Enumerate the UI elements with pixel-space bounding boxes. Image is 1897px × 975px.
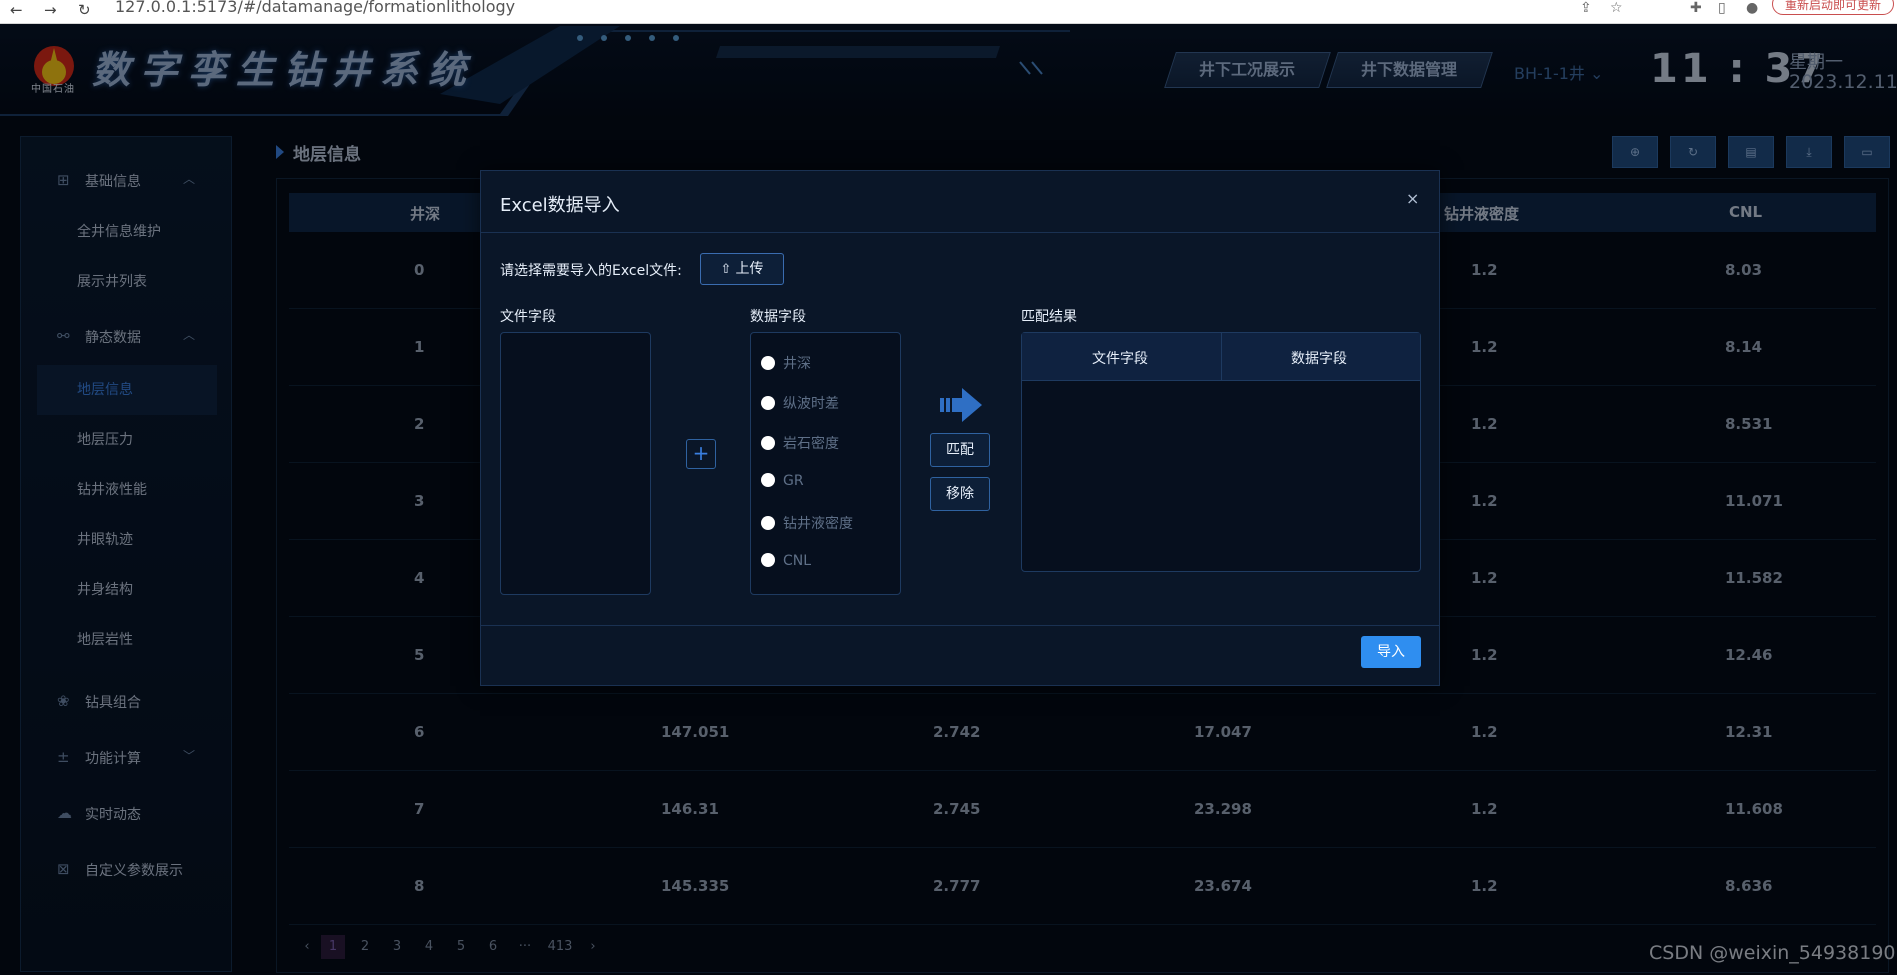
upload-label: 请选择需要导入的Excel文件:	[500, 263, 682, 279]
data-field-radio[interactable]: 钻井液密度	[761, 513, 853, 533]
update-badge[interactable]: 重新启动即可更新	[1772, 0, 1894, 15]
radio-icon	[761, 396, 775, 410]
upload-button[interactable]: ⇧ 上传	[700, 253, 784, 285]
remove-button[interactable]: 移除	[930, 477, 990, 511]
share-icon[interactable]: ⇪	[1580, 0, 1592, 16]
data-field-label: 井深	[783, 356, 811, 372]
data-field-radio[interactable]: 井深	[761, 353, 811, 373]
file-fields-label: 文件字段	[500, 309, 556, 325]
browser-toolbar: ← → ↻ 127.0.0.1:5173/#/datamanage/format…	[0, 0, 1897, 24]
match-result-header: 文件字段 数据字段	[1022, 333, 1420, 381]
match-result-table: 文件字段 数据字段	[1021, 332, 1421, 572]
data-field-label: 纵波时差	[783, 396, 839, 412]
excel-import-dialog: Excel数据导入 × 请选择需要导入的Excel文件: ⇧ 上传 文件字段 数据…	[480, 170, 1440, 686]
radio-icon	[761, 473, 775, 487]
dialog-header: Excel数据导入 ×	[481, 171, 1439, 233]
data-field-radio[interactable]: 岩石密度	[761, 433, 839, 453]
column-divider	[1221, 333, 1222, 381]
data-field-radio[interactable]: 纵波时差	[761, 393, 839, 413]
sidepanel-icon[interactable]: ▯	[1718, 0, 1726, 16]
data-field-label: CNL	[783, 553, 812, 569]
dialog-footer-divider	[481, 625, 1439, 626]
data-field-label: 岩石密度	[783, 436, 839, 452]
data-field-radio[interactable]: CNL	[761, 553, 811, 569]
data-fields-label: 数据字段	[750, 309, 806, 325]
reload-icon[interactable]: ↻	[78, 1, 91, 19]
import-button[interactable]: 导入	[1361, 636, 1421, 668]
column-header: 数据字段	[1291, 351, 1347, 367]
data-fields-list: 井深 纵波时差 岩石密度 GR 钻井液密度 CNL	[750, 332, 901, 595]
data-field-label: GR	[783, 473, 804, 489]
close-icon[interactable]: ×	[1406, 189, 1419, 208]
data-field-radio[interactable]: GR	[761, 473, 804, 489]
back-icon[interactable]: ←	[10, 1, 23, 19]
radio-icon	[761, 516, 775, 530]
add-field-button[interactable]: +	[686, 439, 716, 469]
match-result-label: 匹配结果	[1021, 309, 1077, 325]
column-header: 文件字段	[1092, 351, 1148, 367]
data-field-label: 钻井液密度	[783, 516, 853, 532]
file-fields-list[interactable]	[500, 332, 651, 595]
radio-icon	[761, 553, 775, 567]
upload-button-label: 上传	[735, 261, 764, 277]
match-button[interactable]: 匹配	[930, 433, 990, 467]
radio-icon	[761, 356, 775, 370]
radio-icon	[761, 436, 775, 450]
forward-icon[interactable]: →	[44, 1, 57, 19]
address-bar[interactable]: 127.0.0.1:5173/#/datamanage/formationlit…	[115, 0, 515, 16]
dialog-title: Excel数据导入	[500, 195, 620, 216]
extensions-icon[interactable]: ✚	[1690, 0, 1702, 16]
arrow-right-icon	[940, 388, 982, 422]
star-icon[interactable]: ☆	[1610, 0, 1623, 16]
upload-icon: ⇧	[720, 262, 732, 277]
profile-icon[interactable]: ●	[1746, 0, 1758, 16]
